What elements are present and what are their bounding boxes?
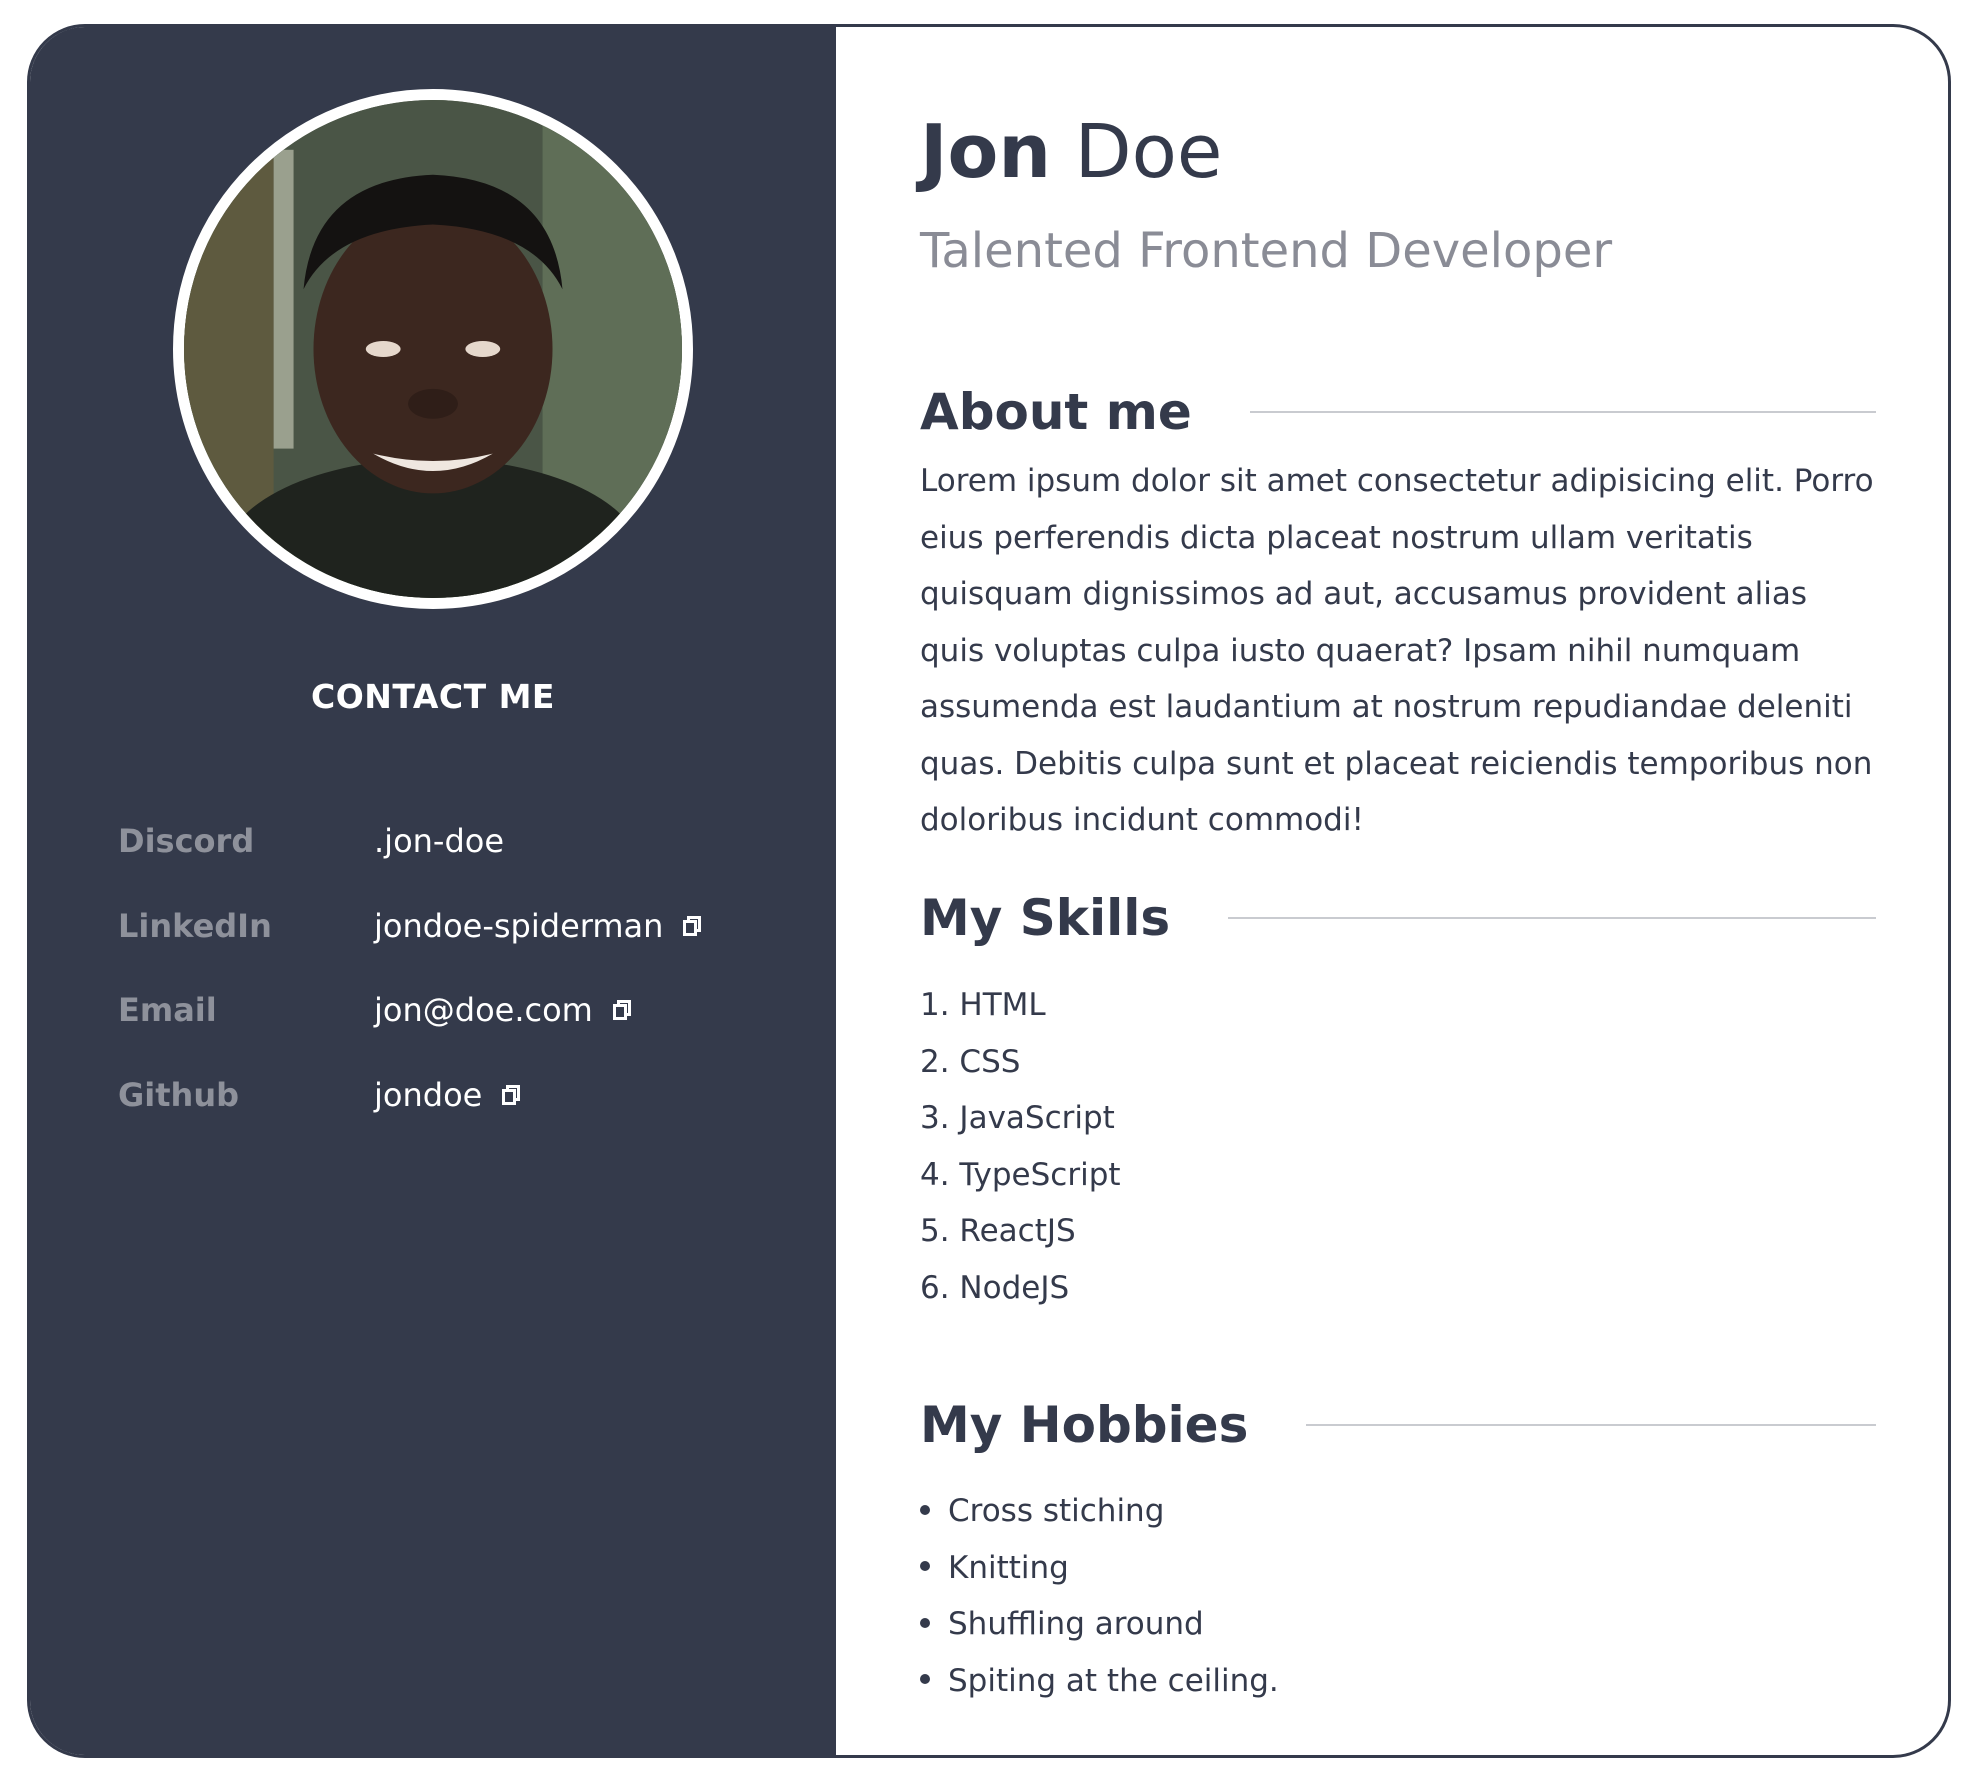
bullet-icon xyxy=(920,1504,930,1515)
section-divider xyxy=(1228,917,1876,919)
resume-card: CONTACT ME Discord .jon-doe LinkedIn jon… xyxy=(27,24,1951,1758)
contact-label: Discord xyxy=(118,822,255,860)
hobbies-heading: My Hobbies xyxy=(920,1396,1249,1454)
about-text: Lorem ipsum dolor sit amet consectetur a… xyxy=(920,463,1874,838)
contact-label: LinkedIn xyxy=(118,907,272,945)
contact-row-linkedin[interactable]: LinkedIn jondoe-spiderman xyxy=(118,901,702,951)
page-title: Jon Doe xyxy=(920,115,1222,189)
section-divider xyxy=(1306,1424,1876,1426)
contact-label: Github xyxy=(118,1076,239,1114)
skills-heading: My Skills xyxy=(920,889,1171,947)
job-title: Talented Frontend Developer xyxy=(920,223,1613,279)
hobby-item: Cross stiching xyxy=(920,1483,1279,1540)
external-link-icon[interactable] xyxy=(683,916,702,936)
contact-row-discord: Discord .jon-doe xyxy=(118,816,504,866)
hobbies-list: Cross stiching Knitting Shuffling around… xyxy=(920,1483,1279,1709)
hobby-item: Shuffling around xyxy=(920,1596,1279,1653)
last-name: Doe xyxy=(1074,109,1223,195)
contact-label: Email xyxy=(118,991,217,1029)
first-name: Jon xyxy=(920,109,1052,195)
hobby-item: Spiting at the ceiling. xyxy=(920,1653,1279,1710)
main-content: Jon Doe Talented Frontend Developer Abou… xyxy=(836,27,1948,1755)
skills-list: 1. HTML 2. CSS 3. JavaScript 4. TypeScri… xyxy=(920,977,1121,1316)
skill-item: 5. ReactJS xyxy=(920,1213,1076,1249)
skills-section-header: My Skills xyxy=(920,889,1876,947)
section-divider xyxy=(1249,411,1876,413)
hobby-item: Knitting xyxy=(920,1540,1279,1597)
bullet-icon xyxy=(920,1561,930,1571)
sidebar: CONTACT ME Discord .jon-doe LinkedIn jon… xyxy=(30,27,836,1755)
contact-value-discord: .jon-doe xyxy=(374,822,505,860)
contact-title: CONTACT ME xyxy=(311,677,555,716)
skill-item: 1. HTML xyxy=(920,987,1046,1023)
avatar xyxy=(173,89,693,609)
hobby-label: Spiting at the ceiling. xyxy=(948,1662,1279,1699)
skill-item: 4. TypeScript xyxy=(920,1156,1121,1193)
hobby-label: Shuffling around xyxy=(948,1606,1204,1642)
skill-item: 2. CSS xyxy=(920,1043,1021,1080)
contact-row-github[interactable]: Github jondoe xyxy=(118,1070,521,1120)
external-link-icon[interactable] xyxy=(502,1085,521,1105)
contact-link-linkedin[interactable]: jondoe-spiderman xyxy=(374,907,663,945)
contact-link-email[interactable]: jon@doe.com xyxy=(374,991,593,1029)
skill-item: 3. JavaScript xyxy=(920,1100,1115,1136)
bullet-icon xyxy=(920,1617,930,1628)
contact-link-github[interactable]: jondoe xyxy=(374,1076,482,1114)
skill-item: 6. NodeJS xyxy=(920,1269,1070,1306)
contact-row-email[interactable]: Email jon@doe.com xyxy=(118,985,631,1035)
hobbies-section-header: My Hobbies xyxy=(920,1396,1876,1454)
avatar-portrait xyxy=(184,100,682,598)
hobby-label: Cross stiching xyxy=(948,1493,1165,1529)
external-link-icon[interactable] xyxy=(612,1000,631,1020)
bullet-icon xyxy=(920,1674,930,1684)
hobby-label: Knitting xyxy=(948,1549,1069,1586)
about-section-header: About me xyxy=(920,383,1876,441)
about-heading: About me xyxy=(920,383,1192,441)
